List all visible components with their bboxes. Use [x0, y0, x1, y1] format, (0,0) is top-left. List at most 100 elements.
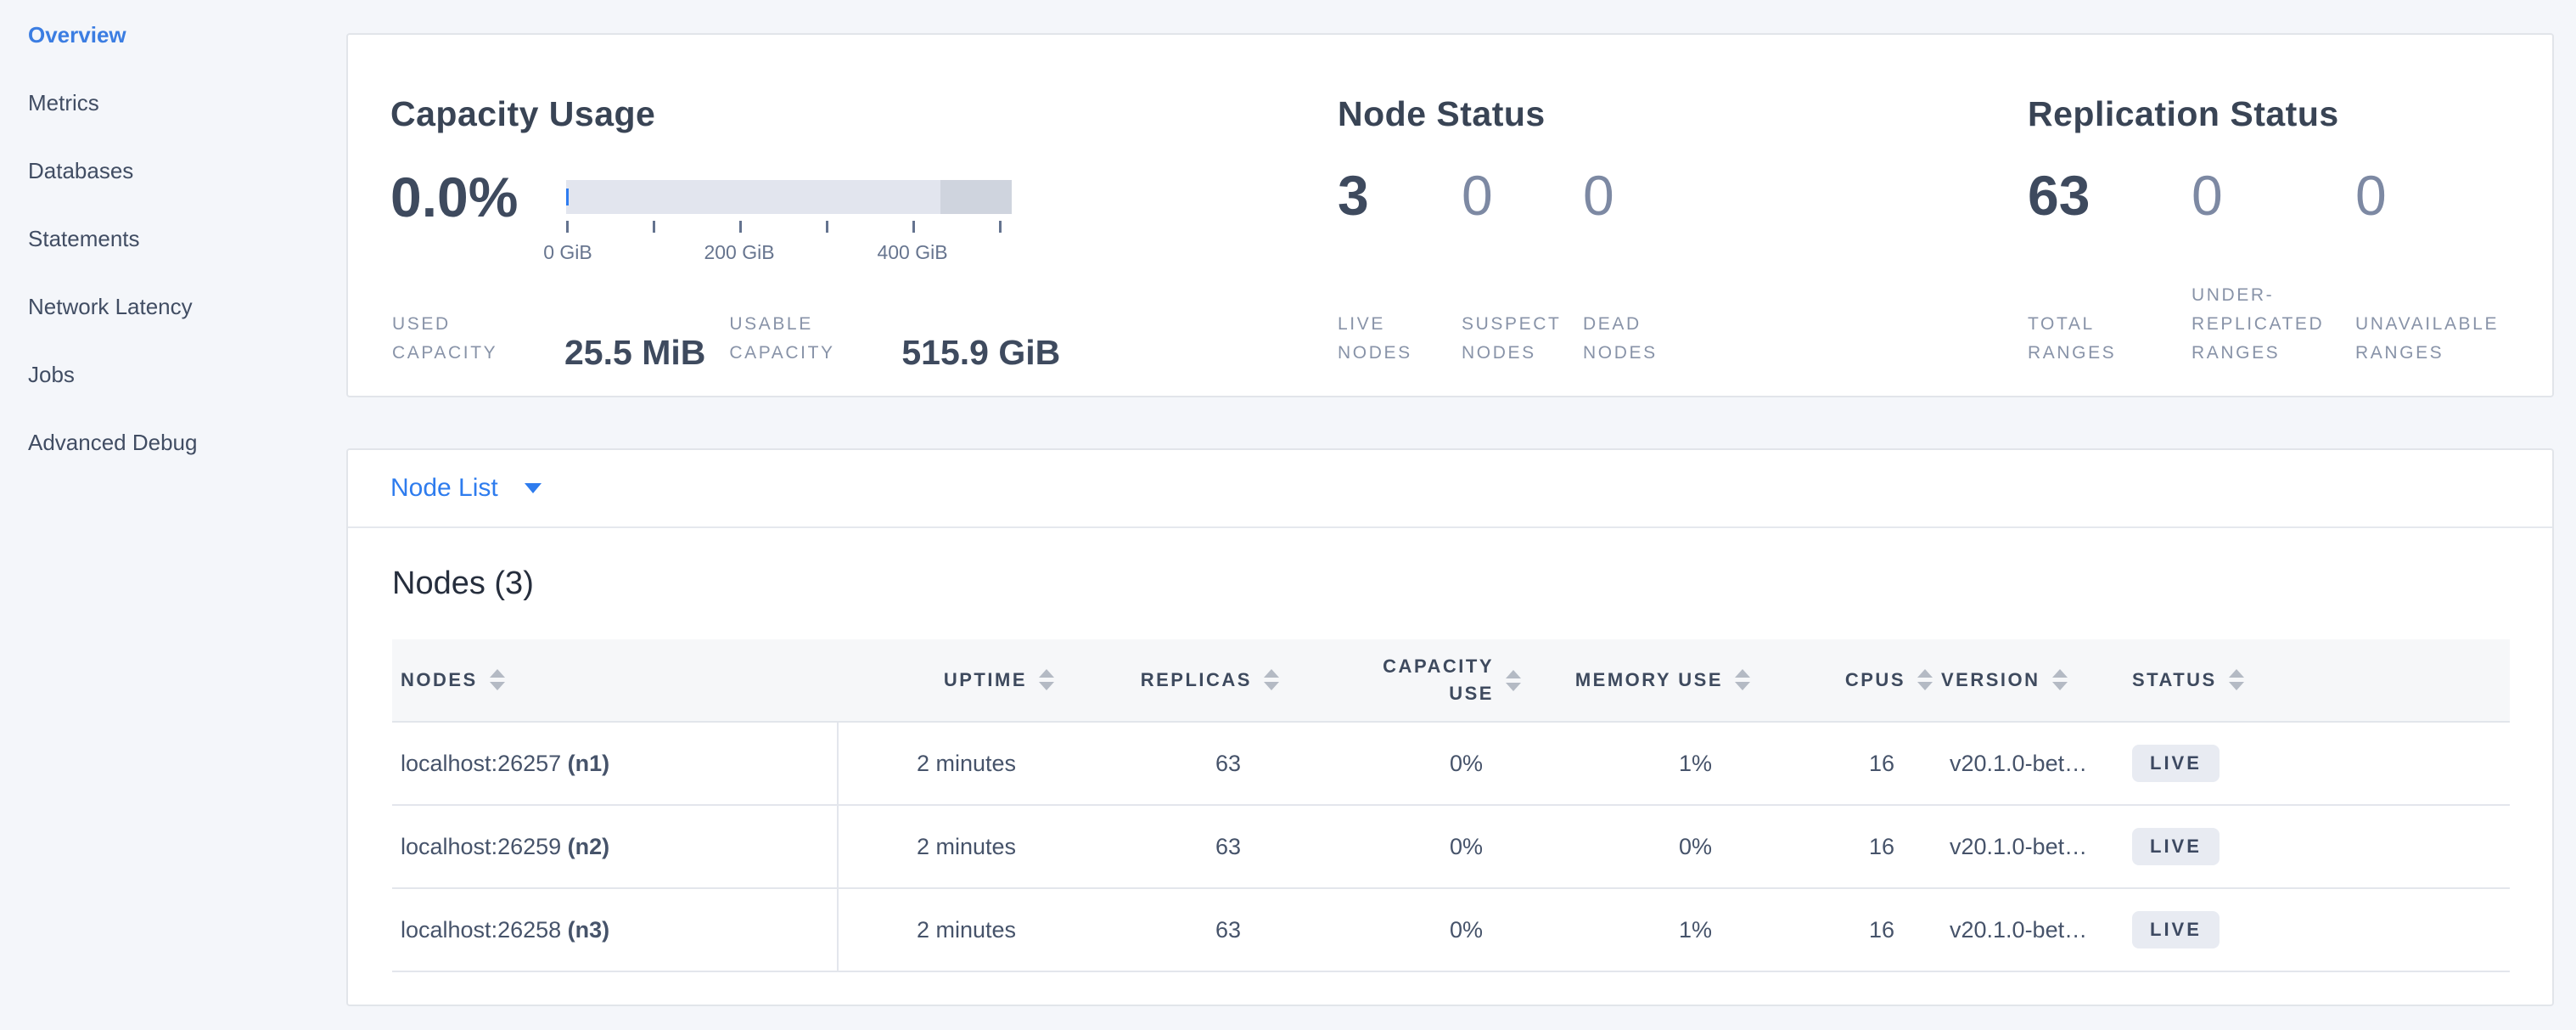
column-label-replicas: Replicas	[1141, 667, 1252, 694]
sidebar-nav: Overview Metrics Databases Statements Ne…	[0, 0, 346, 455]
table-row-node-3[interactable]: localhost:26258 (n3) 2 minutes 63 0% 1% …	[392, 888, 2510, 971]
table-row-node-2[interactable]: localhost:26259 (n2) 2 minutes 63 0% 0% …	[392, 805, 2510, 888]
used-capacity-label: Used Capacity	[392, 310, 519, 368]
total-ranges-stat: 63 Total Ranges	[2028, 167, 2185, 368]
column-header-replicas[interactable]: Replicas	[1054, 639, 1279, 722]
capacity-gauge: 0.0% 0 GiB 200 GiB 400 GiB	[390, 169, 1012, 267]
axis-label-200gib: 200 GiB	[704, 241, 774, 264]
capacity-usage-title: Capacity Usage	[390, 94, 655, 134]
nodes-table-header-row: Nodes Uptime Replicas Capacity Use Memor…	[392, 639, 2510, 722]
node-list-header: Node List	[348, 450, 2552, 528]
sort-icon	[1264, 669, 1279, 690]
status-cell: LIVE	[2124, 888, 2510, 971]
version-cell: v20.1.0-bet…	[1933, 722, 2124, 805]
live-nodes-label: Live Nodes	[1338, 310, 1456, 368]
column-header-uptime[interactable]: Uptime	[838, 639, 1054, 722]
sort-icon	[1506, 670, 1521, 691]
capacity-axis-labels: 0 GiB 200 GiB 400 GiB	[566, 241, 1012, 267]
replicas-cell: 63	[1054, 805, 1279, 888]
live-nodes-value: 3	[1338, 167, 1456, 223]
under-replicated-ranges-label: Under-replicated Ranges	[2192, 281, 2357, 368]
live-nodes-stat: 3 Live Nodes	[1338, 167, 1456, 368]
column-label-memory-use: Memory Use	[1575, 667, 1723, 694]
version-cell: v20.1.0-bet…	[1933, 805, 2124, 888]
cpus-cell: 16	[1750, 888, 1933, 971]
version-cell: v20.1.0-bet…	[1933, 888, 2124, 971]
column-label-status: Status	[2132, 667, 2217, 694]
used-capacity-value: 25.5 MiB	[564, 335, 705, 370]
used-capacity-stat: Used Capacity 25.5 MiB	[392, 310, 705, 368]
node-address-cell: localhost:26257 (n1)	[392, 722, 838, 805]
replicas-cell: 63	[1054, 722, 1279, 805]
node-status-panel: Node Status 3 Live Nodes 0 Suspect Nodes…	[1338, 35, 2017, 396]
sidebar-item-overview[interactable]: Overview	[28, 22, 346, 48]
replication-status-panel: Replication Status 63 Total Ranges 0 Und…	[2028, 35, 2537, 396]
nodes-table: Nodes Uptime Replicas Capacity Use Memor…	[392, 639, 2510, 972]
replication-stats: 63 Total Ranges 0 Under-replicated Range…	[2028, 167, 2537, 368]
column-label-cpus: CPUs	[1845, 667, 1905, 694]
capacity-use-cell: 0%	[1279, 805, 1521, 888]
unavailable-ranges-stat: 0 Unavailable Ranges	[2355, 167, 2534, 368]
column-header-status[interactable]: Status	[2124, 639, 2510, 722]
sidebar-item-advanced-debug[interactable]: Advanced Debug	[28, 430, 346, 455]
column-header-capacity-use[interactable]: Capacity Use	[1279, 639, 1521, 722]
column-header-nodes[interactable]: Nodes	[392, 639, 838, 722]
capacity-axis-ticks	[566, 221, 1012, 234]
cluster-summary-card: Capacity Usage 0.0% 0 GiB 200	[346, 33, 2554, 397]
axis-label-400gib: 400 GiB	[877, 241, 947, 264]
total-ranges-value: 63	[2028, 167, 2185, 223]
sidebar-item-metrics[interactable]: Metrics	[28, 90, 346, 115]
memory-use-cell: 0%	[1521, 805, 1750, 888]
status-cell: LIVE	[2124, 722, 2510, 805]
memory-use-cell: 1%	[1521, 888, 1750, 971]
sort-icon	[1735, 669, 1750, 690]
dead-nodes-stat: 0 Dead Nodes	[1583, 167, 1719, 368]
sort-icon	[1917, 669, 1933, 690]
node-status-stats: 3 Live Nodes 0 Suspect Nodes 0 Dead Node…	[1338, 167, 2017, 368]
unavailable-ranges-value: 0	[2355, 167, 2534, 223]
dead-nodes-label: Dead Nodes	[1583, 310, 1710, 368]
axis-label-0gib: 0 GiB	[543, 241, 592, 264]
suspect-nodes-value: 0	[1462, 167, 1579, 223]
column-header-cpus[interactable]: CPUs	[1750, 639, 1933, 722]
column-header-version[interactable]: Version	[1933, 639, 2124, 722]
memory-use-cell: 1%	[1521, 722, 1750, 805]
column-header-memory-use[interactable]: Memory Use	[1521, 639, 1750, 722]
sort-icon	[2229, 669, 2244, 690]
suspect-nodes-stat: 0 Suspect Nodes	[1462, 167, 1579, 368]
capacity-use-cell: 0%	[1279, 722, 1521, 805]
usable-capacity-value: 515.9 GiB	[901, 335, 1060, 370]
table-row-node-1[interactable]: localhost:26257 (n1) 2 minutes 63 0% 1% …	[392, 722, 2510, 805]
replicas-cell: 63	[1054, 888, 1279, 971]
node-address-cell: localhost:26259 (n2)	[392, 805, 838, 888]
node-list-body: Nodes (3) Nodes Uptime Replicas	[348, 528, 2552, 972]
sidebar-item-network-latency[interactable]: Network Latency	[28, 294, 346, 319]
column-label-capacity-use: Capacity Use	[1367, 653, 1494, 707]
column-label-version: Version	[1941, 667, 2040, 694]
column-label-uptime: Uptime	[944, 667, 1027, 694]
under-replicated-ranges-value: 0	[2192, 167, 2357, 223]
nodes-count-heading: Nodes (3)	[392, 566, 2510, 602]
cpus-cell: 16	[1750, 805, 1933, 888]
total-ranges-label: Total Ranges	[2028, 310, 2138, 368]
sidebar-item-jobs[interactable]: Jobs	[28, 362, 346, 387]
sidebar: Overview Metrics Databases Statements Ne…	[0, 0, 346, 1030]
capacity-bar-dark-segment	[940, 180, 1012, 214]
chevron-down-icon	[525, 483, 542, 493]
capacity-usage-panel: Capacity Usage 0.0% 0 GiB 200	[390, 35, 1333, 396]
capacity-use-cell: 0%	[1279, 888, 1521, 971]
node-list-dropdown[interactable]: Node List	[390, 474, 542, 503]
node-list-card: Node List Nodes (3) Nodes Uptime R	[346, 448, 2554, 1006]
sort-icon	[1039, 669, 1054, 690]
capacity-used-percent: 0.0%	[390, 169, 535, 267]
status-badge: LIVE	[2132, 828, 2220, 865]
node-status-title: Node Status	[1338, 94, 1546, 134]
uptime-cell: 2 minutes	[838, 722, 1054, 805]
sidebar-item-statements[interactable]: Statements	[28, 226, 346, 251]
usable-capacity-label: Usable Capacity	[729, 310, 856, 368]
uptime-cell: 2 minutes	[838, 805, 1054, 888]
sidebar-item-databases[interactable]: Databases	[28, 158, 346, 183]
sort-icon	[2052, 669, 2068, 690]
cpus-cell: 16	[1750, 722, 1933, 805]
node-list-dropdown-label: Node List	[390, 474, 498, 503]
